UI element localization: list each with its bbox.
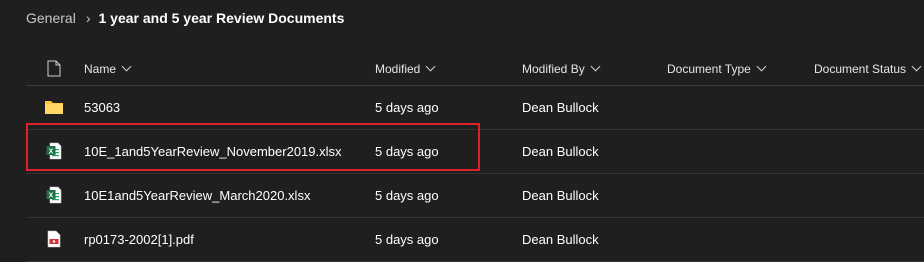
modified-by-text: Dean Bullock (522, 187, 599, 203)
excel-file-icon: X (44, 173, 64, 217)
breadcrumb-current: 1 year and 5 year Review Documents (98, 10, 345, 26)
column-header-modified[interactable]: Modified (375, 52, 436, 85)
column-header-name[interactable]: Name (84, 52, 132, 85)
modified-cell: 5 days ago (375, 217, 439, 261)
column-header-row: Name Modified Modified By Document Type … (26, 52, 924, 86)
column-header-modified-by-label: Modified By (522, 61, 585, 76)
table-row[interactable]: rp0173-2002[1].pdf 5 days ago Dean Bullo… (26, 217, 924, 262)
modified-by-text: Dean Bullock (522, 143, 599, 159)
modified-cell: 5 days ago (375, 85, 439, 129)
file-type-header[interactable] (44, 52, 64, 85)
modified-text: 5 days ago (375, 99, 439, 115)
chevron-down-icon (756, 61, 767, 72)
file-name-link[interactable]: 10E_1and5YearReview_November2019.xlsx (84, 129, 342, 173)
file-name-link[interactable]: 10E1and5YearReview_March2020.xlsx (84, 173, 310, 217)
modified-by-text: Dean Bullock (522, 99, 599, 115)
modified-by-cell: Dean Bullock (522, 85, 599, 129)
table-row[interactable]: 53063 5 days ago Dean Bullock (26, 85, 924, 130)
svg-text:X: X (49, 193, 54, 200)
modified-by-cell: Dean Bullock (522, 173, 599, 217)
pdf-file-icon (44, 217, 64, 261)
document-icon (47, 60, 61, 77)
modified-text: 5 days ago (375, 231, 439, 247)
column-header-document-status-label: Document Status (814, 61, 907, 76)
svg-text:X: X (49, 149, 54, 156)
breadcrumb-separator-icon: › (85, 10, 91, 26)
chevron-down-icon (590, 61, 601, 72)
file-name: 10E1and5YearReview_March2020.xlsx (84, 187, 311, 203)
breadcrumb-root[interactable]: General (26, 10, 76, 26)
file-name-link[interactable]: 53063 (84, 85, 120, 129)
column-header-name-label: Name (84, 61, 117, 76)
modified-text: 5 days ago (375, 187, 439, 203)
breadcrumb: General › 1 year and 5 year Review Docum… (26, 8, 344, 28)
modified-cell: 5 days ago (375, 129, 439, 173)
column-header-modified-label: Modified (375, 61, 421, 76)
column-header-modified-by[interactable]: Modified By (522, 52, 601, 85)
folder-icon (44, 85, 64, 129)
chevron-down-icon (911, 61, 922, 72)
modified-by-text: Dean Bullock (522, 231, 599, 247)
file-name: 10E_1and5YearReview_November2019.xlsx (84, 143, 342, 159)
modified-by-cell: Dean Bullock (522, 129, 599, 173)
column-header-document-type[interactable]: Document Type (667, 52, 767, 85)
modified-by-cell: Dean Bullock (522, 217, 599, 261)
file-name: rp0173-2002[1].pdf (84, 231, 194, 247)
excel-file-icon: X (44, 129, 64, 173)
column-header-document-type-label: Document Type (667, 61, 751, 76)
file-name-link[interactable]: rp0173-2002[1].pdf (84, 217, 194, 261)
table-row[interactable]: X 10E_1and5YearReview_November2019.xlsx … (26, 129, 924, 174)
chevron-down-icon (121, 61, 132, 72)
chevron-down-icon (425, 61, 436, 72)
modified-cell: 5 days ago (375, 173, 439, 217)
modified-text: 5 days ago (375, 143, 439, 159)
file-name: 53063 (84, 99, 121, 115)
column-header-document-status[interactable]: Document Status (814, 52, 922, 85)
table-row[interactable]: X 10E1and5YearReview_March2020.xlsx 5 da… (26, 173, 924, 218)
